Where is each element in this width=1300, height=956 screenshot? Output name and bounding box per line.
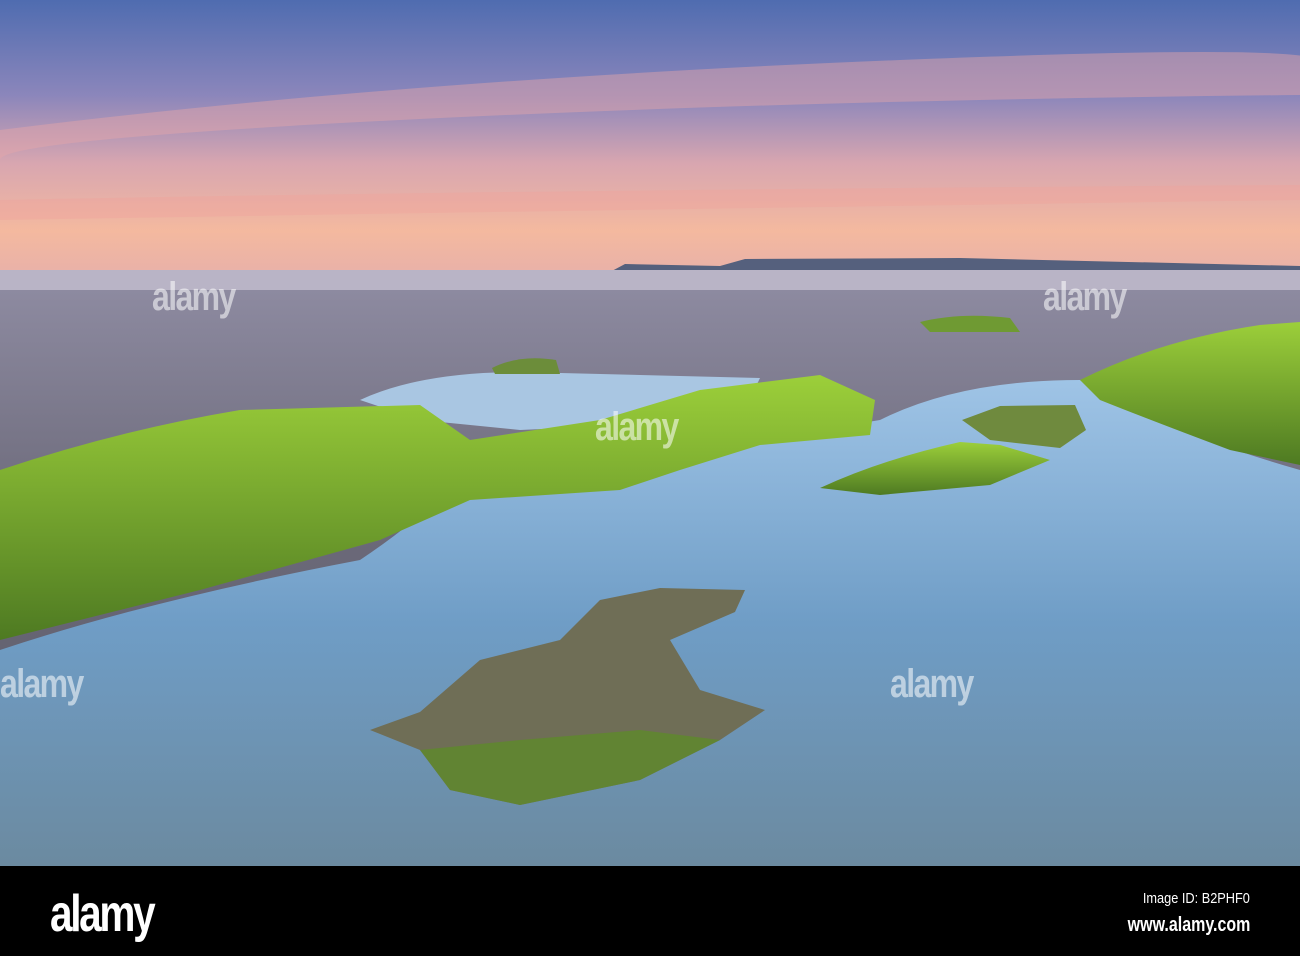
watermark: alamy bbox=[152, 275, 236, 319]
watermark: alamy bbox=[890, 662, 974, 706]
alamy-logo: alamy bbox=[50, 885, 156, 943]
watermark: alamy bbox=[595, 405, 679, 449]
site-url: www.alamy.com bbox=[1127, 914, 1250, 936]
sky bbox=[0, 0, 1300, 272]
image-id: Image ID: B2PHF0 bbox=[1142, 890, 1250, 907]
watermark: alamy bbox=[1043, 275, 1127, 319]
footer-bar: alamy Image ID: B2PHF0 www.alamy.com bbox=[0, 866, 1300, 956]
watermark: alamy bbox=[0, 662, 84, 706]
